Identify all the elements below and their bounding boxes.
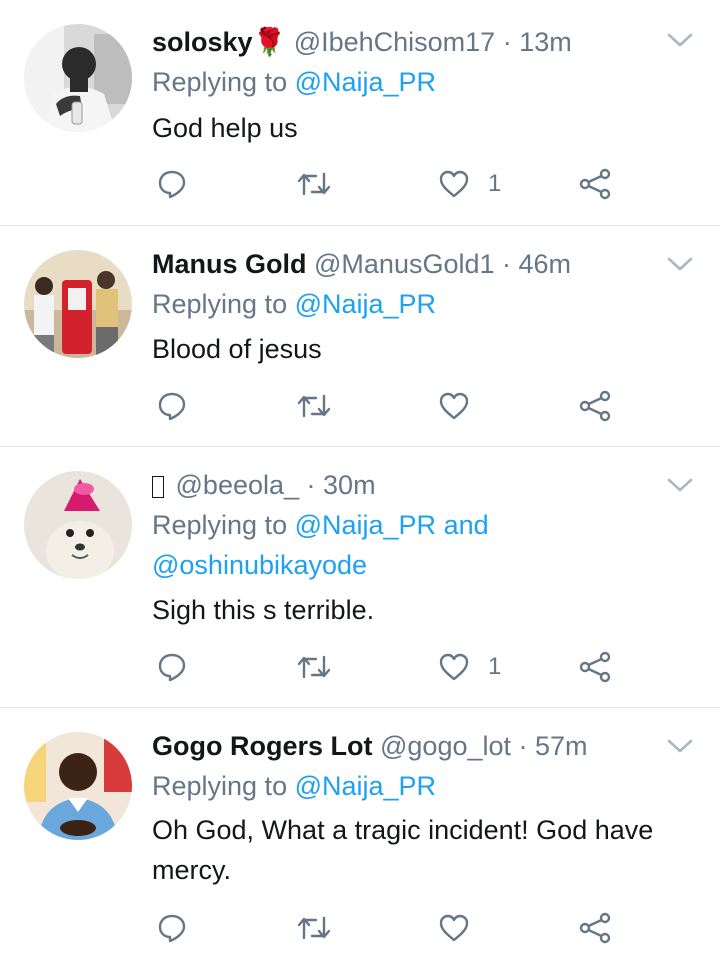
reply-icon (158, 914, 186, 943)
heart-icon (439, 653, 469, 681)
tweet-text: God help us (152, 113, 298, 143)
tweet-3[interactable]: @beeola_ · 30m Replying to @Naija_PR and… (0, 447, 720, 708)
avatar[interactable] (24, 732, 132, 840)
retweet-button[interactable] (296, 388, 332, 424)
replying-to: Replying to @Naija_PR (152, 284, 692, 324)
retweet-button[interactable] (296, 910, 332, 946)
like-button[interactable] (438, 910, 488, 946)
reply-button[interactable] (156, 910, 188, 946)
retweet-button[interactable] (296, 166, 332, 202)
display-name[interactable]: solosky🌹 (152, 27, 286, 57)
share-button[interactable] (578, 910, 612, 946)
like-button[interactable]: 1 (438, 649, 501, 685)
replying-prefix: Replying to (152, 289, 295, 319)
replying-prefix: Replying to (152, 771, 295, 801)
mention-link[interactable]: @Naija_PR (295, 67, 436, 97)
timestamp[interactable]: · 46m (502, 249, 571, 279)
tweet-text: Sigh this s terrible. (152, 595, 375, 625)
mention-link[interactable]: @Naija_PR (295, 289, 436, 319)
mention-link[interactable]: @Naija_PR (295, 771, 436, 801)
share-button[interactable] (578, 388, 612, 424)
tweet-1[interactable]: solosky🌹 @IbehChisom17 · 13m Replying to… (0, 0, 720, 226)
reply-button[interactable] (156, 166, 188, 202)
chevron-down-icon[interactable] (666, 30, 694, 50)
reply-icon (158, 170, 186, 199)
share-icon (579, 390, 611, 422)
heart-icon (439, 914, 469, 942)
replying-and: and (436, 510, 489, 540)
avatar[interactable] (24, 24, 132, 132)
tweet-text: Oh God, What a tragic incident! God have… (152, 815, 654, 885)
tweet-2[interactable]: Manus Gold @ManusGold1 · 46m Replying to… (0, 226, 720, 447)
tweet-header: @beeola_ · 30m (152, 465, 376, 505)
share-button[interactable] (578, 649, 612, 685)
chevron-down-icon[interactable] (666, 736, 694, 756)
user-handle[interactable]: @gogo_lot (380, 731, 511, 761)
retweet-button[interactable] (296, 649, 332, 685)
retweet-icon (297, 394, 331, 418)
chevron-down-icon[interactable] (666, 475, 694, 495)
tweet-header: solosky🌹 @IbehChisom17 · 13m (152, 22, 572, 62)
reply-icon (158, 653, 186, 682)
tweet-header: Gogo Rogers Lot @gogo_lot · 57m (152, 726, 588, 766)
heart-icon (439, 170, 469, 198)
replying-to: Replying to @Naija_PR (152, 766, 692, 806)
timestamp[interactable]: · 57m (519, 731, 588, 761)
avatar[interactable] (24, 250, 132, 358)
heart-icon (439, 392, 469, 420)
mention-link-2[interactable]: @oshinubikayode (152, 550, 367, 580)
like-button[interactable] (438, 388, 488, 424)
retweet-icon (297, 172, 331, 196)
tweet-header: Manus Gold @ManusGold1 · 46m (152, 244, 571, 284)
share-icon (579, 651, 611, 683)
chevron-down-icon[interactable] (666, 254, 694, 274)
display-name[interactable]: Gogo Rogers Lot (152, 731, 372, 761)
user-handle[interactable]: @ManusGold1 (314, 249, 495, 279)
replying-to: Replying to @Naija_PR and @oshinubikayode (152, 505, 692, 585)
timestamp[interactable]: · 30m (307, 470, 376, 500)
like-count: 1 (488, 170, 502, 197)
reply-button[interactable] (156, 388, 188, 424)
like-count: 1 (488, 653, 502, 680)
timestamp[interactable]: · 13m (503, 27, 572, 57)
user-handle[interactable]: @IbehChisom17 (294, 27, 496, 57)
replying-prefix: Replying to (152, 510, 295, 540)
reply-icon (158, 392, 186, 421)
tweet-text: Blood of jesus (152, 334, 322, 364)
replying-prefix: Replying to (152, 67, 295, 97)
retweet-icon (297, 655, 331, 679)
reply-button[interactable] (156, 649, 188, 685)
replying-to: Replying to @Naija_PR (152, 62, 692, 102)
mention-link[interactable]: @Naija_PR (295, 510, 436, 540)
share-button[interactable] (578, 166, 612, 202)
share-icon (579, 168, 611, 200)
display-name[interactable]: Manus Gold (152, 249, 307, 279)
tweet-4[interactable]: Gogo Rogers Lot @gogo_lot · 57m Replying… (0, 708, 720, 957)
avatar[interactable] (24, 471, 132, 579)
emoji-placeholder-icon (152, 475, 164, 498)
user-handle[interactable]: @beeola_ (176, 470, 300, 500)
share-icon (579, 912, 611, 944)
like-button[interactable]: 1 (438, 166, 501, 202)
retweet-icon (297, 916, 331, 940)
